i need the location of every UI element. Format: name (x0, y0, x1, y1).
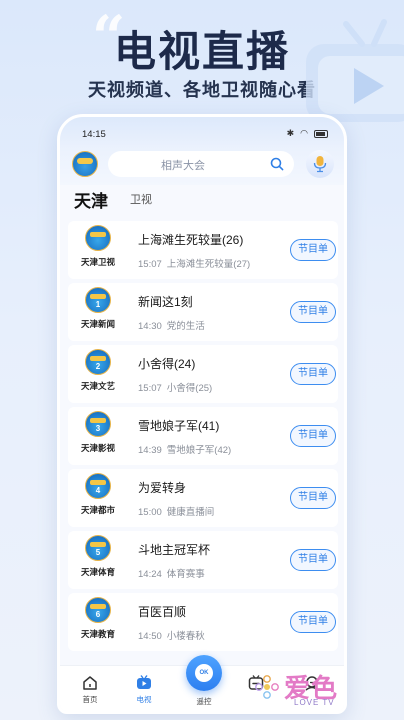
nav-tv[interactable]: 电视 (124, 674, 164, 705)
channel-name: 天津影视 (80, 443, 115, 453)
channel-logo: 天津卫视 (74, 225, 122, 275)
channel-logo: 5 天津体育 (74, 535, 122, 585)
home-icon (83, 676, 97, 690)
search-icon[interactable] (270, 157, 284, 171)
search-placeholder: 相声大会 (161, 160, 205, 172)
phone-screen: 14:15 ✱ ◠ 相声大会 天津 卫视 天津卫视 上海滩生死较量(26) 15… (57, 114, 347, 714)
nav-tv-label: 电视 (136, 695, 152, 704)
voice-search-button[interactable] (306, 150, 334, 178)
channel-name: 天津新闻 (80, 319, 115, 329)
channel-row[interactable]: 3 天津影视 雪地娘子军(41) 14:39 雪地娘子军(42) 节目单 (68, 407, 338, 465)
schedule-button[interactable]: 节目单 (290, 363, 336, 385)
wifi-icon: ◠ (300, 128, 308, 138)
channel-row[interactable]: 5 天津体育 斗地主冠军杯 14:24 体育赛事 节目单 (68, 531, 338, 589)
channel-name: 天津文艺 (80, 381, 115, 391)
channel-emblem-icon (85, 225, 111, 251)
channel-row[interactable]: 天津卫视 上海滩生死较量(26) 15:07 上海滩生死较量(27) 节目单 (68, 221, 338, 279)
nav-remote-label: 遥控 (196, 697, 212, 706)
next-program: 15:07 上海滩生死较量(27) (138, 259, 251, 270)
schedule-button[interactable]: 节目单 (290, 549, 336, 571)
nav-home[interactable]: 首页 (70, 674, 110, 705)
nav-home-label: 首页 (82, 695, 98, 704)
bluetooth-icon: ✱ (286, 128, 295, 138)
status-icons: ✱ ◠ (287, 128, 328, 139)
battery-icon (314, 129, 328, 138)
schedule-button[interactable]: 节目单 (290, 425, 336, 447)
tv-icon (137, 675, 151, 689)
microphone-icon (313, 156, 327, 173)
next-program: 14:50 小楼春秋 (138, 631, 205, 642)
app-logo-icon[interactable] (72, 151, 98, 177)
next-program: 14:39 雪地娘子军(42) (138, 445, 232, 456)
status-bar: 14:15 ✱ ◠ (60, 117, 344, 147)
channel-list: 天津卫视 上海滩生死较量(26) 15:07 上海滩生死较量(27) 节目单 1 … (68, 221, 338, 655)
schedule-button[interactable]: 节目单 (290, 301, 336, 323)
region-subtitle[interactable]: 卫视 (130, 191, 152, 207)
remote-ok-icon: OK (195, 664, 213, 682)
tv-decoration-icon (306, 19, 404, 122)
channel-name: 天津都市 (80, 505, 115, 515)
channel-row[interactable]: 1 天津新闻 新闻这1刻 14:30 党的生活 节目单 (68, 283, 338, 341)
region-title[interactable]: 天津 (74, 187, 108, 212)
channel-emblem-icon: 2 (85, 349, 111, 375)
next-program: 14:30 党的生活 (138, 321, 205, 332)
channel-row[interactable]: 6 天津教育 百医百顺 14:50 小楼春秋 节目单 (68, 593, 338, 651)
next-program: 14:24 体育赛事 (138, 569, 205, 580)
schedule-button[interactable]: 节目单 (290, 611, 336, 633)
channel-row[interactable]: 4 天津都市 为爱转身 15:00 健康直播间 节目单 (68, 469, 338, 527)
channel-emblem-icon: 6 (85, 597, 111, 623)
current-program: 新闻这1刻 (138, 295, 193, 309)
current-program: 上海滩生死较量(26) (138, 233, 244, 247)
channel-emblem-icon: 3 (85, 411, 111, 437)
remote-button[interactable]: OK (186, 655, 222, 691)
schedule-button[interactable]: 节目单 (290, 487, 336, 509)
region-header: 天津 卫视 (60, 187, 344, 215)
top-bar: 相声大会 (60, 145, 344, 185)
schedule-button[interactable]: 节目单 (290, 239, 336, 261)
search-input[interactable]: 相声大会 (108, 151, 294, 177)
next-program: 15:00 健康直播间 (138, 507, 215, 518)
channel-logo: 1 天津新闻 (74, 287, 122, 337)
watermark-subtext: LOVE TV (294, 698, 335, 707)
current-program: 雪地娘子军(41) (138, 419, 220, 433)
current-program: 百医百顺 (138, 605, 187, 619)
channel-name: 天津卫视 (80, 257, 115, 267)
channel-emblem-icon: 5 (85, 535, 111, 561)
current-program: 小舍得(24) (138, 357, 196, 371)
channel-name: 天津体育 (80, 567, 115, 577)
channel-logo: 4 天津都市 (74, 473, 122, 523)
channel-emblem-icon: 1 (85, 287, 111, 313)
channel-logo: 2 天津文艺 (74, 349, 122, 399)
channel-name: 天津教育 (80, 629, 115, 639)
channel-logo: 3 天津影视 (74, 411, 122, 461)
current-program: 为爱转身 (138, 481, 187, 495)
status-time: 14:15 (82, 129, 106, 140)
nav-remote[interactable]: 遥控 (184, 694, 224, 707)
current-program: 斗地主冠军杯 (138, 543, 211, 557)
flower-icon (255, 675, 279, 699)
watermark-logo: 爱色 LOVE TV (254, 668, 364, 714)
channel-logo: 6 天津教育 (74, 597, 122, 647)
channel-emblem-icon: 4 (85, 473, 111, 499)
channel-row[interactable]: 2 天津文艺 小舍得(24) 15:07 小舍得(25) 节目单 (68, 345, 338, 403)
next-program: 15:07 小舍得(25) (138, 383, 213, 394)
